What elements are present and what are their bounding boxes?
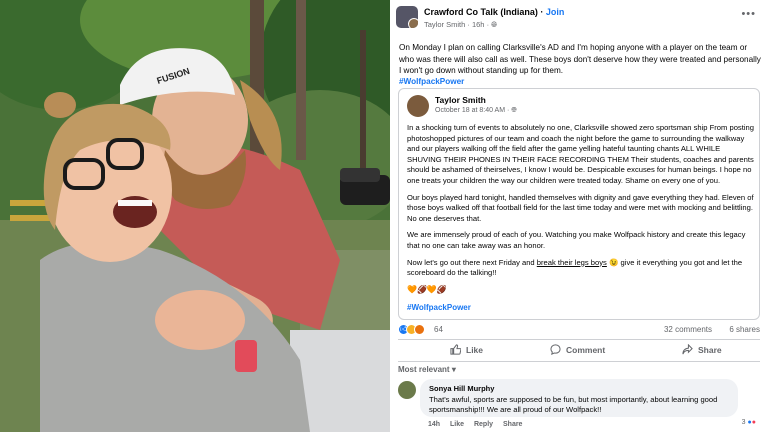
angry-reaction-icon [414, 324, 425, 335]
more-options-icon[interactable]: ••• [741, 8, 756, 20]
like-icon [450, 344, 462, 355]
share-button[interactable]: Share [682, 341, 722, 359]
group-name[interactable]: Crawford Co Talk (Indiana) [424, 7, 538, 17]
love-reaction-icon: ● [751, 419, 756, 426]
photo-illustration: FUSION [0, 0, 390, 432]
comment-actions: 14h Like Reply Share [428, 421, 530, 428]
shared-paragraph-2: Our boys played hard tonight, handled th… [407, 192, 754, 223]
action-bar: Like Comment Share [398, 341, 760, 359]
divider [398, 339, 760, 340]
join-button[interactable]: Join [546, 7, 565, 17]
comment-text: That's awful, sports are supposed to be … [429, 395, 718, 414]
globe-icon: 🌐︎ [511, 107, 517, 114]
share-icon [682, 343, 693, 355]
shared-paragraph-3: We are immensely proud of each of you. W… [407, 230, 746, 250]
comment-bubble: Sonya Hill Murphy That's awful, sports a… [420, 379, 738, 417]
reaction-count[interactable]: 64 [434, 325, 443, 334]
comments-count[interactable]: 32 comments [664, 325, 712, 334]
shared-post-date[interactable]: October 18 at 8:40 AM [435, 107, 505, 114]
post-time[interactable]: 16h [472, 20, 485, 29]
author-avatar[interactable] [408, 18, 418, 28]
comment-share-button[interactable]: Share [503, 421, 522, 428]
comment-like-button[interactable]: Like [450, 421, 464, 428]
comment-reply-button[interactable]: Reply [474, 421, 493, 428]
comment-button[interactable]: Comment [550, 341, 605, 359]
shared-paragraph-1: In a shocking turn of events to absolute… [407, 123, 754, 185]
shares-count[interactable]: 6 shares [729, 325, 760, 334]
post-panel: Crawford Co Talk (Indiana) · Join Taylor… [390, 0, 768, 432]
group-avatar[interactable] [396, 6, 418, 28]
post-header: Crawford Co Talk (Indiana) · Join Taylor… [396, 6, 766, 34]
post-text: On Monday I plan on calling Clarksville'… [399, 43, 761, 76]
commenter-name[interactable]: Sonya Hill Murphy [429, 384, 729, 393]
divider [398, 361, 760, 362]
shared-post[interactable]: Taylor Smith October 18 at 8:40 AM · 🌐︎ … [398, 88, 760, 320]
shared-post-body: In a shocking turn of events to absolute… [407, 123, 755, 301]
comment-filter[interactable]: Most relevant ▾ [398, 365, 456, 374]
post-author[interactable]: Taylor Smith [424, 20, 465, 29]
shared-paragraph-4: Now let's go out there next Friday and b… [407, 257, 743, 278]
chevron-down-icon: ▾ [451, 365, 456, 374]
comment-icon [550, 344, 561, 355]
reactions-bar: 👍︎ 64 32 comments 6 shares [398, 324, 760, 338]
comment-time[interactable]: 14h [428, 421, 440, 428]
underlined-phrase: break their legs boys [536, 257, 607, 267]
emoji-row: 🧡🏈🧡🏈 [407, 284, 447, 294]
post-hashtag[interactable]: #WolfpackPower [399, 77, 464, 86]
shared-hashtag[interactable]: #WolfpackPower [407, 303, 471, 312]
shared-author-name[interactable]: Taylor Smith [435, 95, 486, 105]
post-photo[interactable]: FUSION [0, 0, 390, 432]
shared-author-avatar[interactable] [407, 95, 429, 117]
like-button[interactable]: Like [450, 341, 483, 359]
commenter-avatar[interactable] [398, 381, 416, 399]
globe-icon: 🌐︎ [491, 20, 498, 29]
comment-reactions[interactable]: 3 ●● [742, 419, 756, 429]
